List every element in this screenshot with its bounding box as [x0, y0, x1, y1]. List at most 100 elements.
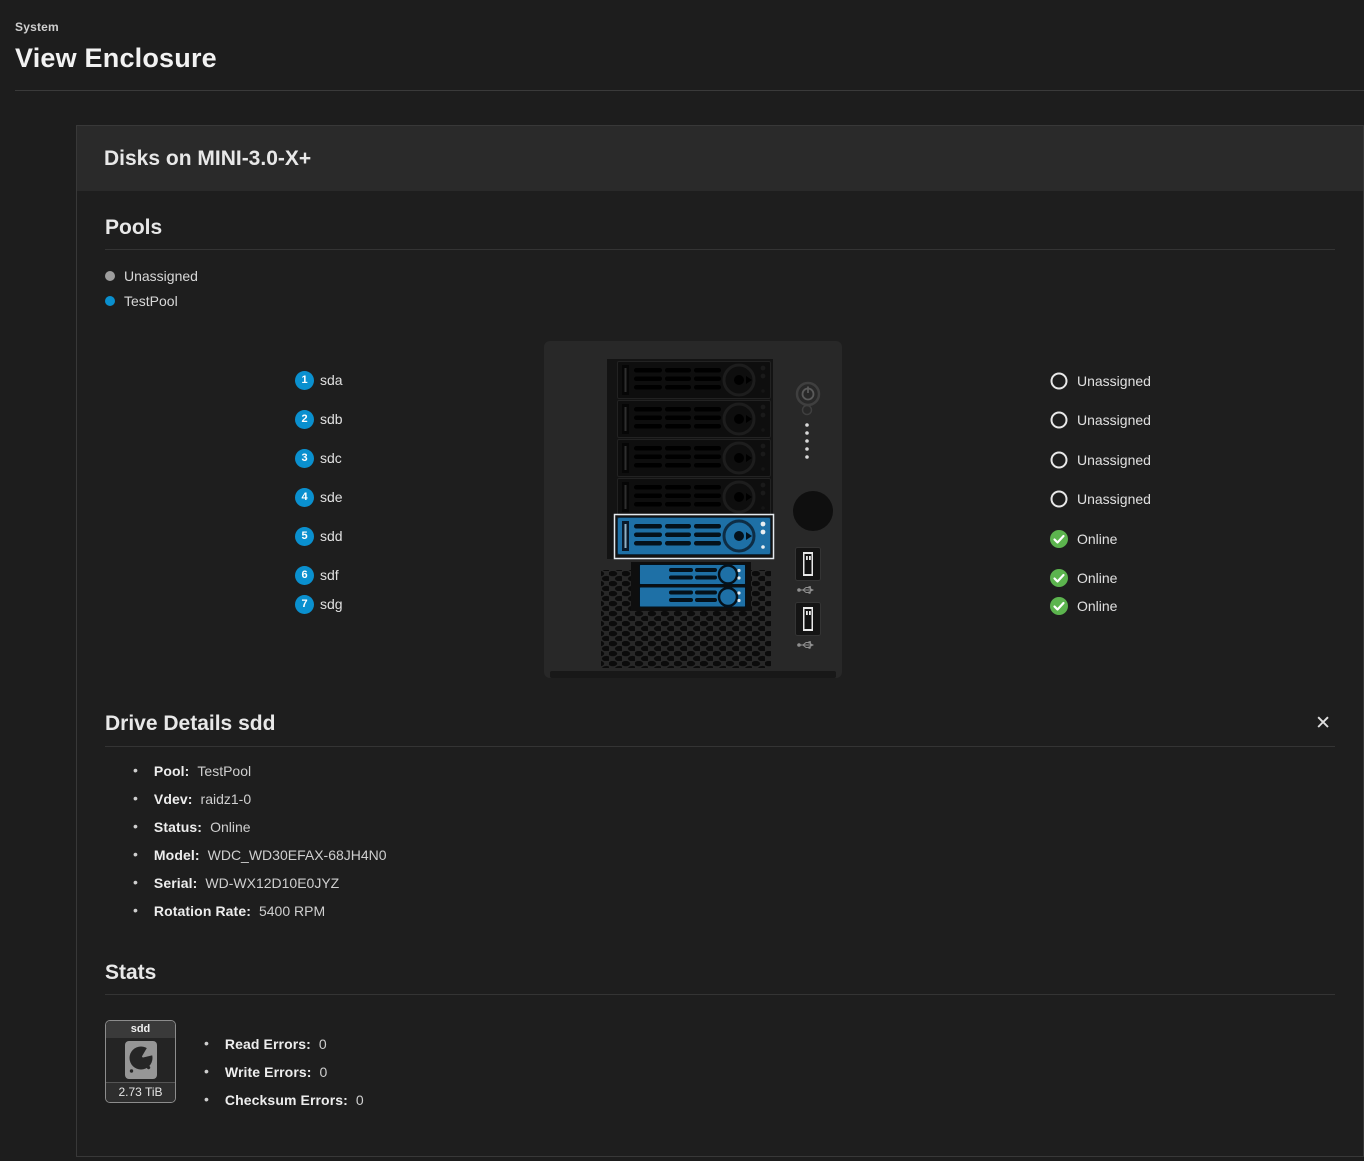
disk-item-sda[interactable]: 1 sda — [295, 370, 343, 390]
pools-legend: Unassigned TestPool — [105, 263, 1335, 313]
detail-row-rotation-rate: Rotation Rate: 5400 RPM — [133, 903, 1335, 931]
status-label: Online — [1077, 598, 1117, 614]
disk-label: sdb — [320, 411, 343, 427]
detail-row-status: Status: Online — [133, 819, 1335, 847]
detail-row-serial: Serial: WD-WX12D10E0JYZ — [133, 875, 1335, 903]
disk-item-sdd[interactable]: 5 sdd — [295, 526, 343, 546]
stat-row-checksum-errors: Checksum Errors: 0 — [204, 1092, 364, 1120]
hdd-platter-icon — [125, 1041, 157, 1079]
detail-value: raidz1-0 — [201, 791, 252, 807]
detail-row-model: Model: WDC_WD30EFAX-68JH4N0 — [133, 847, 1335, 875]
drive-tray-4[interactable] — [618, 479, 771, 516]
status-label: Unassigned — [1077, 412, 1151, 428]
detail-label: Serial: — [154, 875, 198, 891]
status-row: Unassigned — [1049, 410, 1151, 430]
status-row: Online — [1049, 596, 1117, 616]
unassigned-ring-icon — [1049, 371, 1069, 391]
status-label: Unassigned — [1077, 373, 1151, 389]
detail-value: WD-WX12D10E0JYZ — [205, 875, 339, 891]
header-divider — [15, 90, 1364, 91]
disk-label: sdc — [320, 450, 342, 466]
divider — [105, 249, 1335, 250]
stat-row-write-errors: Write Errors: 0 — [204, 1064, 364, 1092]
legend-item-unassigned: Unassigned — [105, 263, 1335, 288]
disk-number-badge: 4 — [295, 488, 314, 507]
enclosure-graphic[interactable] — [544, 341, 842, 678]
pool-dot-icon — [105, 296, 115, 306]
breadcrumb[interactable]: System — [15, 20, 1364, 34]
status-row: Unassigned — [1049, 450, 1151, 470]
status-row: Unassigned — [1049, 489, 1151, 509]
detail-row-pool: Pool: TestPool — [133, 763, 1335, 791]
drive-details-heading: Drive Details sdd — [105, 712, 275, 736]
disk-item-sdc[interactable]: 3 sdc — [295, 448, 342, 468]
disk-item-sdg[interactable]: 7 sdg — [295, 594, 343, 614]
status-row: Online — [1049, 529, 1117, 549]
disk-number-badge: 7 — [295, 595, 314, 614]
drive-tray-7[interactable] — [640, 587, 746, 607]
online-check-icon — [1049, 568, 1069, 588]
disk-widget-sdd: sdd 2.73 TiB — [105, 1020, 176, 1103]
disk-item-sdb[interactable]: 2 sdb — [295, 409, 343, 429]
stat-label: Read Errors: — [225, 1036, 311, 1052]
unassigned-ring-icon — [1049, 410, 1069, 430]
disk-label: sdg — [320, 596, 343, 612]
disk-label: sda — [320, 372, 343, 388]
enclosure-view: 1 sda 2 sdb 3 sdc 4 sde 5 sdd — [77, 341, 1363, 678]
disk-widget-size: 2.73 TiB — [106, 1082, 175, 1102]
stat-label: Checksum Errors: — [225, 1092, 348, 1108]
disk-number-badge: 3 — [295, 449, 314, 468]
stats-heading: Stats — [105, 961, 1335, 985]
disk-label: sdd — [320, 528, 343, 544]
disk-item-sde[interactable]: 4 sde — [295, 487, 343, 507]
online-check-icon — [1049, 529, 1069, 549]
legend-item-testpool: TestPool — [105, 288, 1335, 313]
page-title: View Enclosure — [15, 43, 1364, 74]
disk-label: sde — [320, 489, 343, 505]
page-header: System View Enclosure — [0, 0, 1364, 74]
card-title: Disks on MINI-3.0-X+ — [77, 126, 1363, 191]
status-label: Unassigned — [1077, 452, 1151, 468]
drive-tray-6[interactable] — [640, 565, 746, 585]
drive-tray-5-selected[interactable] — [618, 518, 771, 555]
unassigned-dot-icon — [105, 271, 115, 281]
drive-tray-2[interactable] — [618, 401, 771, 438]
detail-value: TestPool — [197, 763, 251, 779]
status-row: Unassigned — [1049, 371, 1151, 391]
legend-label: TestPool — [124, 293, 178, 309]
disk-widget-name: sdd — [106, 1021, 175, 1038]
legend-label: Unassigned — [124, 268, 198, 284]
detail-label: Vdev: — [154, 791, 193, 807]
drive-tray-3[interactable] — [618, 440, 771, 477]
usb-port-1-icon — [796, 548, 821, 581]
disk-label: sdf — [320, 567, 339, 583]
unassigned-ring-icon — [1049, 489, 1069, 509]
stat-value: 0 — [320, 1064, 328, 1080]
status-label: Online — [1077, 531, 1117, 547]
close-icon[interactable]: ✕ — [1307, 710, 1339, 737]
stat-label: Write Errors: — [225, 1064, 312, 1080]
view-enclosure-page: System View Enclosure Disks on MINI-3.0-… — [0, 0, 1364, 1161]
disks-card: Disks on MINI-3.0-X+ Pools Unassigned Te… — [76, 125, 1364, 1157]
divider — [105, 746, 1335, 747]
detail-label: Status: — [154, 819, 202, 835]
pools-heading: Pools — [105, 216, 1335, 240]
stat-value: 0 — [356, 1092, 364, 1108]
detail-label: Pool: — [154, 763, 190, 779]
status-label: Unassigned — [1077, 491, 1151, 507]
detail-label: Rotation Rate: — [154, 903, 251, 919]
disk-number-badge: 6 — [295, 566, 314, 585]
disk-item-sdf[interactable]: 6 sdf — [295, 565, 339, 585]
online-check-icon — [1049, 596, 1069, 616]
detail-value: Online — [210, 819, 250, 835]
stats-list: Read Errors: 0 Write Errors: 0 Checksum … — [204, 1036, 364, 1120]
detail-row-vdev: Vdev: raidz1-0 — [133, 791, 1335, 819]
drive-tray-1[interactable] — [618, 362, 771, 399]
stat-value: 0 — [319, 1036, 327, 1052]
disk-number-badge: 2 — [295, 410, 314, 429]
stat-row-read-errors: Read Errors: 0 — [204, 1036, 364, 1064]
usb-port-2-icon — [796, 603, 821, 636]
front-knob — [793, 491, 833, 531]
detail-value: 5400 RPM — [259, 903, 325, 919]
unassigned-ring-icon — [1049, 450, 1069, 470]
